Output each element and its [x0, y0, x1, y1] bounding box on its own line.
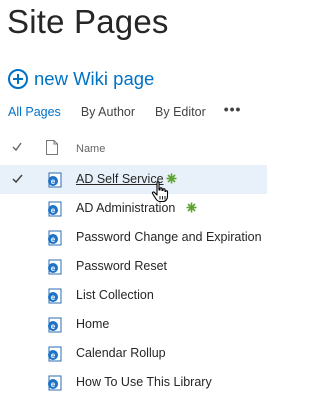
list-item[interactable]: e Home [0, 310, 267, 339]
svg-text:e: e [51, 264, 56, 273]
view-selector: All Pages By Author By Editor ••• [8, 101, 242, 120]
wiki-page-icon: e [48, 346, 62, 362]
list-item[interactable]: e How To Use This Library [0, 368, 267, 397]
list-item[interactable]: e Calendar Rollup [0, 339, 267, 368]
wiki-page-icon: e [48, 288, 62, 304]
new-wiki-page-button[interactable]: new Wiki page [8, 67, 154, 91]
svg-text:e: e [51, 206, 56, 215]
wiki-page-icon: e [48, 259, 62, 275]
add-circle-icon [8, 69, 28, 89]
view-all-pages[interactable]: All Pages [8, 105, 61, 119]
more-options-button[interactable]: ••• [224, 101, 242, 117]
page-link-home[interactable]: Home [76, 317, 109, 331]
list-item[interactable]: e AD Self Service [0, 165, 267, 194]
page-title: Site Pages [7, 3, 169, 40]
hand-cursor-icon [151, 181, 169, 203]
svg-text:e: e [51, 351, 56, 360]
wiki-page-icon: e [48, 317, 62, 333]
wiki-page-icon: e [48, 172, 62, 188]
page-link-password-reset[interactable]: Password Reset [76, 259, 167, 273]
list-item[interactable]: e Password Change and Expiration [0, 223, 267, 252]
view-by-editor[interactable]: By Editor [155, 105, 206, 119]
row-check-icon[interactable] [12, 174, 23, 184]
svg-text:e: e [51, 322, 56, 331]
view-by-author[interactable]: By Author [81, 105, 135, 119]
page-link-password-change[interactable]: Password Change and Expiration [76, 230, 262, 244]
new-wiki-page-label: new Wiki page [34, 68, 155, 89]
new-item-icon [186, 202, 197, 213]
list-item[interactable]: e AD Administration [0, 194, 267, 223]
page-link-list-collection[interactable]: List Collection [76, 288, 154, 302]
document-type-icon [46, 140, 58, 155]
page-link-calendar-rollup[interactable]: Calendar Rollup [76, 346, 166, 360]
svg-text:e: e [51, 380, 56, 389]
page-link-ad-administration[interactable]: AD Administration [76, 201, 175, 215]
svg-text:e: e [51, 293, 56, 302]
svg-text:e: e [51, 177, 56, 186]
list-item[interactable]: e Password Reset [0, 252, 267, 281]
pages-list: e AD Self Service e AD Administration e … [0, 165, 267, 397]
wiki-page-icon: e [48, 201, 62, 217]
select-all-check-icon[interactable] [12, 142, 22, 152]
list-item[interactable]: e List Collection [0, 281, 267, 310]
svg-text:e: e [51, 235, 56, 244]
list-header: Name [0, 138, 267, 162]
wiki-page-icon: e [48, 230, 62, 246]
wiki-page-icon: e [48, 375, 62, 391]
column-header-name[interactable]: Name [76, 143, 105, 155]
page-link-how-to-use[interactable]: How To Use This Library [76, 375, 212, 389]
